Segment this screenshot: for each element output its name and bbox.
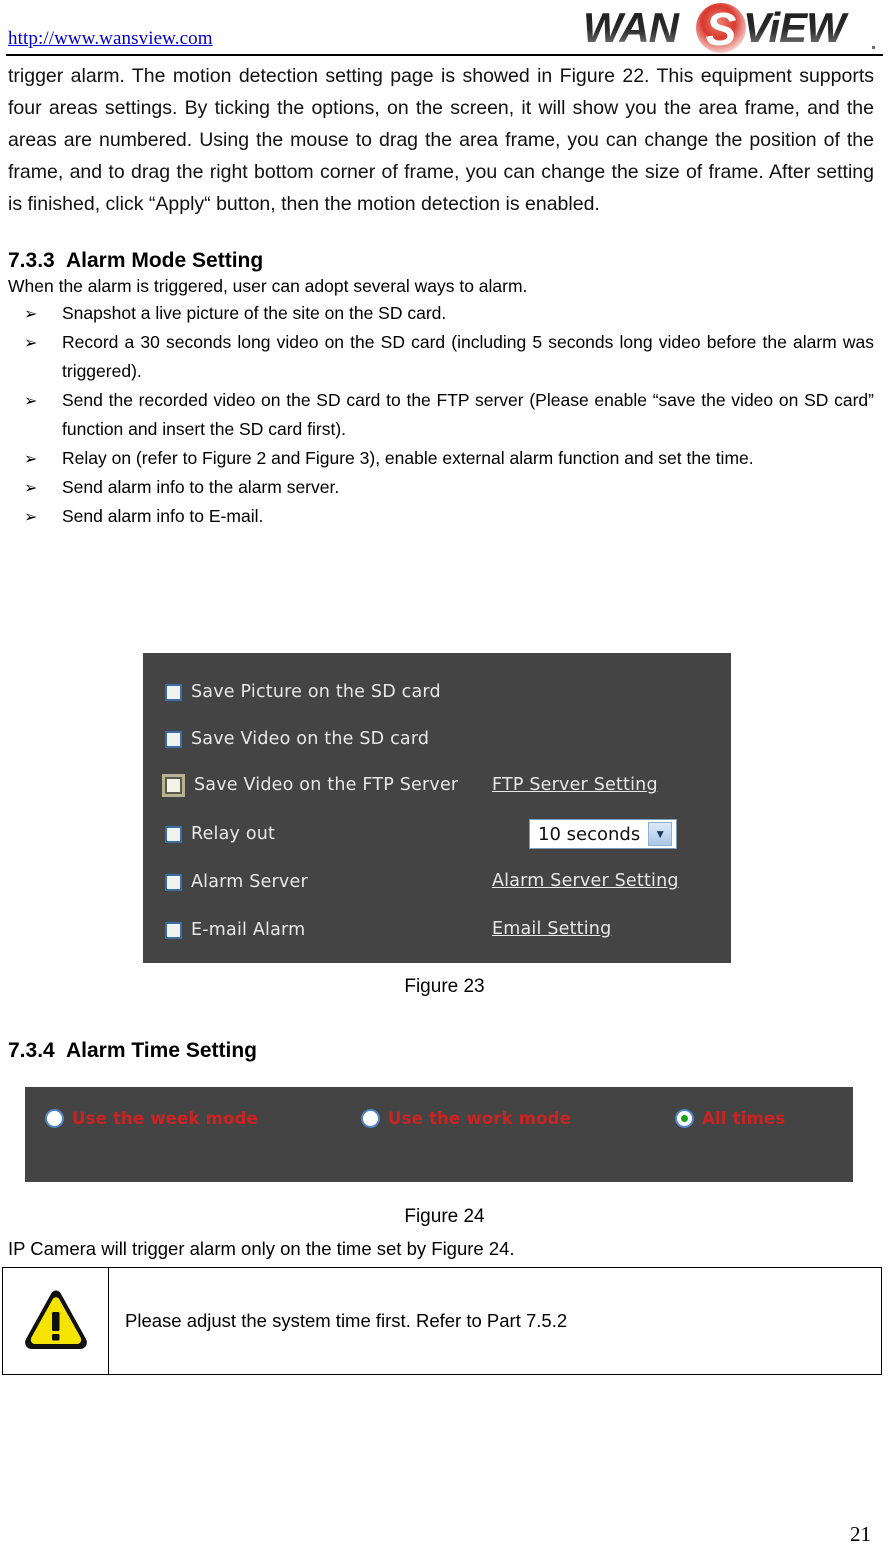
list-item-label: Snapshot a live picture of the site on t… [62, 303, 447, 323]
list-item: ➢ Send alarm info to E-mail. [8, 502, 874, 531]
checkbox-icon-relay-out[interactable] [165, 825, 182, 843]
site-url-link[interactable]: http://www.wansview.com [8, 28, 213, 50]
wansview-logo: WAN S ViEW [579, 2, 879, 54]
checkbox-label-relay-out: Relay out [191, 824, 276, 844]
email-setting-link[interactable]: Email Setting [492, 919, 611, 939]
checkbox-icon-save-picture-sd[interactable] [165, 683, 182, 701]
list-item: ➢ Snapshot a live picture of the site on… [8, 299, 874, 328]
alarm-server-setting-link[interactable]: Alarm Server Setting [492, 871, 679, 891]
svg-text:S: S [706, 3, 737, 54]
radio-label-week-mode: Use the week mode [72, 1109, 258, 1128]
checkbox-icon-save-video-sd[interactable] [165, 730, 182, 748]
checkbox-icon-alarm-server[interactable] [165, 873, 182, 891]
checkbox-label-save-video-ftp: Save Video on the FTP Server [194, 775, 459, 795]
ftp-server-setting-link[interactable]: FTP Server Setting [492, 775, 658, 795]
arrow-bullet-icon: ➢ [24, 333, 38, 352]
arrow-bullet-icon: ➢ [24, 478, 38, 497]
list-item: ➢ Record a 30 seconds long video on the … [8, 328, 874, 386]
note-table: Please adjust the system time first. Ref… [2, 1267, 882, 1375]
radio-icon-all-times[interactable] [677, 1111, 692, 1126]
arrow-bullet-icon: ➢ [24, 304, 38, 323]
checkbox-icon-email-alarm[interactable] [165, 921, 182, 939]
intro-paragraph: trigger alarm. The motion detection sett… [8, 65, 874, 215]
list-item-label: Send alarm info to the alarm server. [62, 477, 340, 497]
radio-row-week-mode[interactable]: Use the week mode [47, 1109, 258, 1128]
list-item-label: Relay on (refer to Figure 2 and Figure 3… [62, 448, 754, 468]
radio-label-work-mode: Use the work mode [388, 1109, 572, 1128]
list-item-label: Send alarm info to E-mail. [62, 506, 264, 526]
radio-label-all-times: All times [702, 1109, 786, 1128]
radio-icon-work-mode[interactable] [363, 1111, 378, 1126]
radio-icon-week-mode[interactable] [47, 1111, 62, 1126]
note-text: Please adjust the system time first. Ref… [125, 1310, 568, 1331]
list-item-label: Record a 30 seconds long video on the SD… [62, 332, 874, 381]
svg-text:ViEW: ViEW [743, 4, 849, 51]
after-figure-24-text: IP Camera will trigger alarm only on the… [8, 1238, 515, 1259]
checkbox-icon-save-video-ftp[interactable] [165, 776, 182, 794]
checkbox-label-save-video-sd: Save Video on the SD card [191, 729, 430, 749]
radio-row-work-mode[interactable]: Use the work mode [363, 1109, 571, 1128]
checkbox-row-email-alarm[interactable]: E-mail Alarm [165, 919, 305, 941]
relay-duration-select[interactable]: 10 seconds ▼ [529, 819, 677, 849]
section-number-733: 7.3.3 [8, 249, 55, 272]
checkbox-row-save-video-ftp[interactable]: Save Video on the FTP Server [162, 773, 459, 797]
section-733-lead: When the alarm is triggered, user can ad… [8, 276, 528, 296]
section-title-733: Alarm Mode Setting [66, 249, 264, 272]
checkbox-row-alarm-server[interactable]: Alarm Server [165, 871, 308, 893]
list-item: ➢ Send alarm info to the alarm server. [8, 473, 874, 502]
checkbox-label-email-alarm: E-mail Alarm [191, 920, 306, 940]
checkbox-row-save-video-sd[interactable]: Save Video on the SD card [165, 728, 429, 750]
arrow-bullet-icon: ➢ [24, 449, 38, 468]
list-item: ➢ Relay on (refer to Figure 2 and Figure… [8, 444, 874, 473]
checkbox-row-relay-out[interactable]: Relay out [165, 823, 275, 845]
figure-24-caption: Figure 24 [404, 1206, 485, 1227]
list-item: ➢ Send the recorded video on the SD card… [8, 386, 874, 444]
arrow-bullet-icon: ➢ [24, 507, 38, 526]
document-content: trigger alarm. The motion detection sett… [8, 60, 874, 531]
page-header: http://www.wansview.com WAN S ViEW [0, 0, 889, 56]
arrow-bullet-icon: ➢ [24, 391, 38, 410]
svg-text:WAN: WAN [583, 4, 681, 51]
figure-23-caption: Figure 23 [404, 976, 485, 997]
relay-duration-value: 10 seconds [538, 823, 641, 845]
note-icon-cell [3, 1268, 109, 1374]
checkbox-label-alarm-server: Alarm Server [191, 872, 308, 892]
header-divider [6, 54, 883, 56]
radio-row-all-times[interactable]: All times [677, 1109, 785, 1128]
focus-ring [162, 773, 185, 797]
logo-trademark-dot [872, 46, 875, 49]
checkbox-row-save-picture-sd[interactable]: Save Picture on the SD card [165, 681, 441, 703]
checkbox-label-save-picture-sd: Save Picture on the SD card [191, 682, 441, 702]
warning-triangle-icon [24, 1290, 87, 1349]
alarm-mode-settings-panel: Save Picture on the SD card Save Video o… [143, 653, 731, 963]
alarm-mode-bullet-list: ➢ Snapshot a live picture of the site on… [8, 299, 874, 531]
page-number: 21 [850, 1522, 871, 1546]
list-item-label: Send the recorded video on the SD card t… [62, 390, 874, 439]
alarm-time-settings-panel: Use the week mode Use the work mode All … [25, 1087, 853, 1182]
wansview-logo-svg: WAN S ViEW [583, 3, 850, 54]
chevron-down-icon[interactable]: ▼ [648, 822, 673, 846]
section-heading-734: 7.3.4 Alarm Time Setting [8, 1038, 257, 1064]
section-number-734: 7.3.4 [8, 1039, 55, 1062]
section-title-734: Alarm Time Setting [66, 1039, 257, 1062]
section-heading-733: 7.3.3 Alarm Mode Setting [8, 248, 874, 274]
